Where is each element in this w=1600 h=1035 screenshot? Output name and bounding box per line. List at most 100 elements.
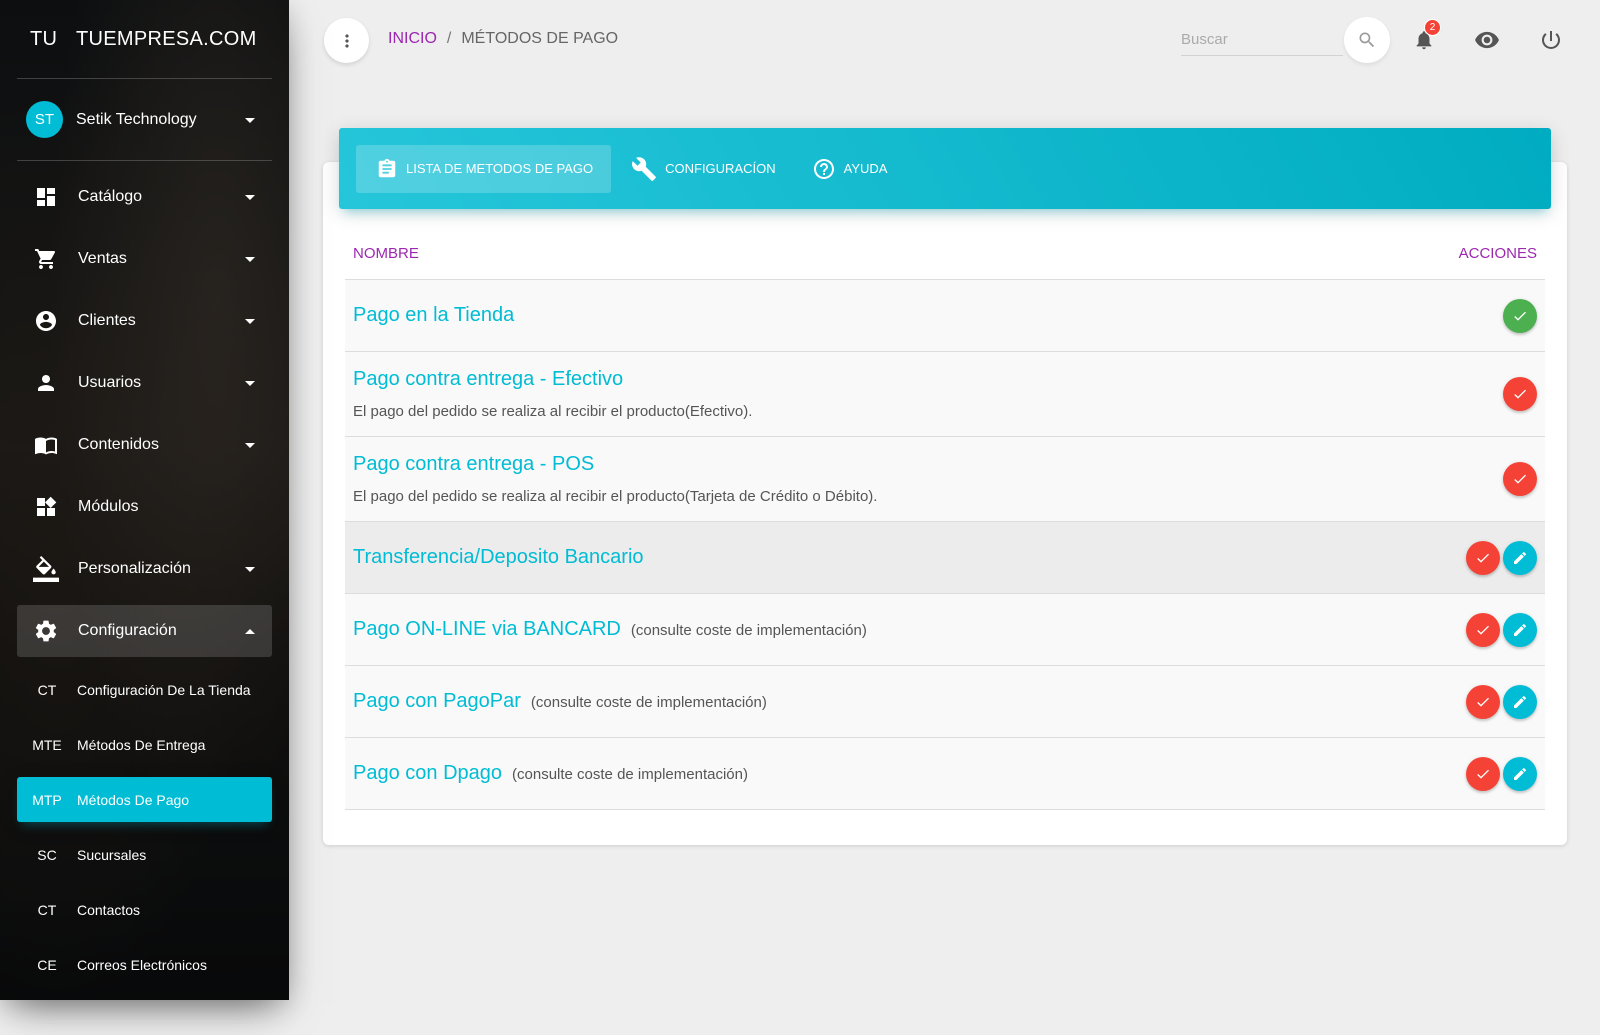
sidebar-item-label: Módulos: [78, 498, 139, 515]
payment-method-name[interactable]: Pago con PagoPar: [353, 690, 521, 712]
sidebar-item-label: Usuarios: [78, 374, 142, 391]
breadcrumb-home-link[interactable]: INICIO: [388, 30, 437, 48]
search-button[interactable]: [1344, 17, 1390, 63]
brand-mini: TU: [30, 27, 58, 50]
payment-method-description: El pago del pedido se realiza al recibir…: [353, 488, 878, 505]
payment-method-note: (consulte coste de implementación): [530, 694, 767, 711]
sidebar-item-label: Personalización: [78, 560, 191, 577]
column-header-nombre: NOMBRE: [353, 245, 419, 262]
row-title-line: Pago con Dpago (consulte coste de impleme…: [353, 762, 748, 785]
sidebar-subitem-configuracion-tienda[interactable]: CT Configuración De La Tienda: [17, 667, 272, 712]
row-title-line: Pago ON-LINE via BANCARD (consulte coste …: [353, 618, 867, 641]
pencil-icon: [1512, 622, 1528, 638]
view-store-button[interactable]: [1469, 22, 1505, 58]
table-row: Transferencia/Deposito Bancario: [345, 522, 1545, 594]
book-icon: [32, 431, 60, 459]
tab-label: CONFIGURACÍON: [665, 161, 776, 176]
sidebar-subitem-sucursales[interactable]: SC Sucursales: [17, 832, 272, 877]
more-menu-button[interactable]: [324, 18, 369, 63]
breadcrumb-separator: /: [446, 30, 452, 47]
payment-method-name[interactable]: Pago contra entrega - Efectivo: [353, 368, 623, 390]
payment-method-name[interactable]: Transferencia/Deposito Bancario: [353, 546, 644, 568]
brand-logo[interactable]: TU TUEMPRESA.COM: [0, 0, 289, 78]
notifications-button[interactable]: 2: [1406, 19, 1442, 58]
subitem-abbr: CT: [37, 681, 57, 698]
logout-button[interactable]: [1533, 22, 1569, 58]
tab-configuracion[interactable]: CONFIGURACÍON: [615, 145, 792, 193]
edit-button[interactable]: [1503, 684, 1537, 719]
sidebar-item-personalizacion[interactable]: Personalización: [17, 543, 272, 595]
table-row: Pago contra entrega - POS El pago del ped…: [345, 437, 1545, 522]
cart-icon: [32, 245, 60, 273]
avatar: ST: [26, 101, 63, 138]
sidebar-item-modulos[interactable]: Módulos: [17, 481, 272, 533]
sidebar-item-label: Contenidos: [78, 436, 159, 453]
sidebar-item-label: Ventas: [78, 250, 127, 267]
sidebar-item-ventas[interactable]: Ventas: [17, 233, 272, 285]
toggle-status-button[interactable]: [1503, 298, 1537, 333]
sidebar-item-configuracion[interactable]: Configuración: [17, 605, 272, 657]
sidebar-item-usuarios[interactable]: Usuarios: [17, 357, 272, 409]
notification-badge: 2: [1424, 19, 1441, 36]
edit-button[interactable]: [1503, 756, 1537, 791]
sidebar-subitem-metodos-entrega[interactable]: MTE Métodos De Entrega: [17, 722, 272, 767]
sidebar: TU TUEMPRESA.COM ST Setik Technology Cat…: [0, 0, 289, 1000]
eye-icon: [1475, 31, 1499, 49]
widgets-icon: [32, 493, 60, 521]
chevron-down-icon: [245, 381, 255, 386]
sidebar-item-label: Catálogo: [78, 188, 143, 205]
divider: [17, 160, 272, 161]
row-title-line: Transferencia/Deposito Bancario: [353, 546, 644, 569]
toggle-status-button[interactable]: [1503, 462, 1537, 496]
payment-method-description: El pago del pedido se realiza al recibir…: [353, 403, 753, 420]
tab-lista-metodos[interactable]: LISTA DE METODOS DE PAGO: [356, 144, 612, 193]
topbar: INICIO / MÉTODOS DE PAGO 2: [289, 0, 1600, 80]
row-main: Pago en la Tienda: [353, 304, 514, 327]
row-title-line: Pago con PagoPar (consulte coste de imple…: [353, 690, 767, 713]
sidebar-subitem-correos[interactable]: CE Correos Electrónicos: [17, 942, 272, 987]
gear-icon: [32, 617, 60, 645]
person-icon: [32, 369, 60, 397]
chevron-down-icon: [245, 567, 255, 572]
row-title-line: Pago en la Tienda: [353, 304, 514, 327]
payment-method-name[interactable]: Pago en la Tienda: [353, 304, 514, 326]
edit-button[interactable]: [1503, 540, 1537, 575]
table-header: NOMBRE ACCIONES: [345, 228, 1545, 280]
toggle-status-button[interactable]: [1503, 377, 1537, 411]
row-actions: [1500, 462, 1537, 496]
check-icon: [1475, 694, 1491, 710]
subitem-label: Contactos: [77, 901, 141, 918]
pencil-icon: [1512, 766, 1528, 782]
chevron-down-icon: [245, 117, 255, 123]
subitem-label: Métodos De Entrega: [77, 736, 206, 753]
sidebar-item-label: Configuración: [78, 622, 177, 639]
sidebar-item-contenidos[interactable]: Contenidos: [17, 419, 272, 471]
user-menu[interactable]: ST Setik Technology: [0, 79, 289, 160]
payment-method-name[interactable]: Pago ON-LINE via BANCARD: [353, 618, 621, 640]
help-icon: [812, 157, 836, 181]
sidebar-item-clientes[interactable]: Clientes: [17, 295, 272, 347]
sidebar-item-catalogo[interactable]: Catálogo: [17, 171, 272, 223]
tab-ayuda[interactable]: AYUDA: [796, 145, 904, 193]
payment-method-name[interactable]: Pago con Dpago: [353, 762, 502, 784]
toggle-status-button[interactable]: [1466, 612, 1500, 647]
toggle-status-button[interactable]: [1466, 684, 1500, 719]
check-icon: [1475, 622, 1491, 638]
toggle-status-button[interactable]: [1466, 756, 1500, 791]
table-row: Pago ON-LINE via BANCARD (consulte coste …: [345, 594, 1545, 666]
wrench-icon: [631, 156, 657, 182]
search-icon: [1359, 32, 1375, 48]
edit-button[interactable]: [1503, 612, 1537, 647]
sidebar-subitem-metodos-pago[interactable]: MTP Métodos De Pago: [17, 777, 272, 822]
toggle-status-button[interactable]: [1466, 540, 1500, 575]
column-header-acciones: ACCIONES: [1458, 245, 1537, 262]
search-input[interactable]: [1181, 24, 1343, 56]
sidebar-subitem-contactos[interactable]: CT Contactos: [17, 887, 272, 932]
payment-method-name[interactable]: Pago contra entrega - POS: [353, 453, 594, 475]
pencil-icon: [1512, 550, 1528, 566]
table-row: Pago contra entrega - Efectivo El pago de…: [345, 352, 1545, 437]
chevron-down-icon: [245, 319, 255, 324]
table-row: Pago con PagoPar (consulte coste de imple…: [345, 666, 1545, 738]
table-body: Pago en la Tienda Pago contra entrega - E…: [345, 280, 1545, 810]
dashboard-icon: [32, 183, 60, 211]
